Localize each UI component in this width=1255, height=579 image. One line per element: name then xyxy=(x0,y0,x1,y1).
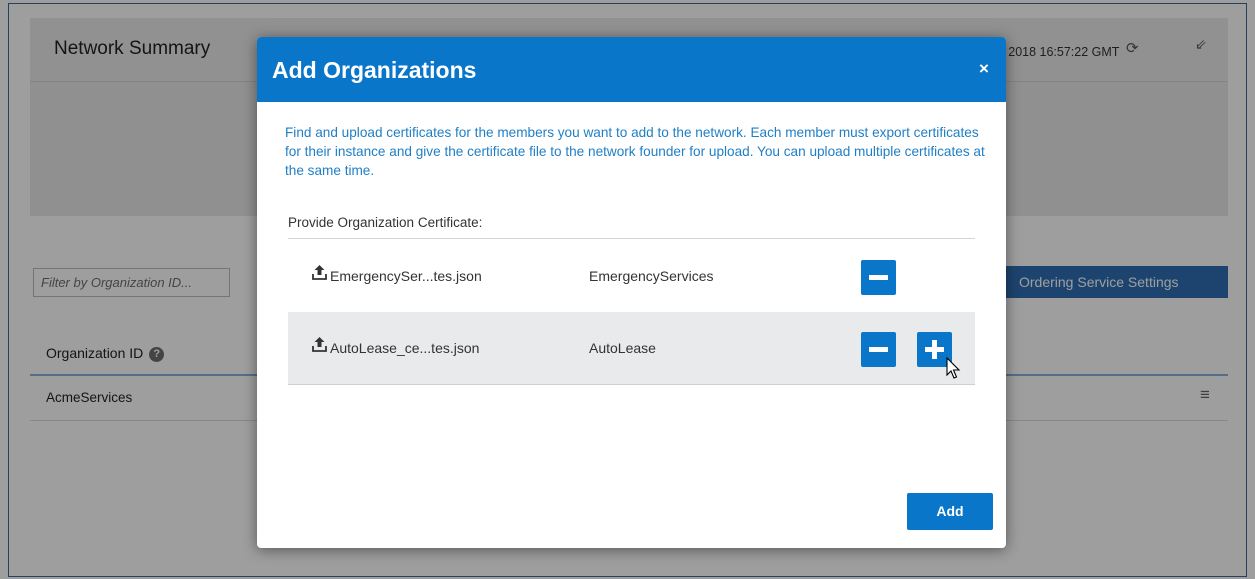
add-button[interactable]: Add xyxy=(907,493,993,530)
modal-header: Add Organizations × xyxy=(257,37,1006,102)
modal-title: Add Organizations xyxy=(272,57,477,83)
upload-icon[interactable] xyxy=(312,336,327,353)
divider xyxy=(288,238,975,239)
cert-row: EmergencySer...tes.json EmergencyService… xyxy=(288,240,975,312)
close-icon[interactable]: × xyxy=(979,59,989,79)
cert-org-name: AutoLease xyxy=(589,340,656,356)
modal-description: Find and upload certificates for the mem… xyxy=(285,125,985,178)
remove-cert-button[interactable] xyxy=(861,260,896,295)
minus-icon xyxy=(869,275,888,280)
plus-icon xyxy=(932,340,937,359)
remove-cert-button[interactable] xyxy=(861,332,896,367)
cert-org-name: EmergencyServices xyxy=(589,268,714,284)
cert-file-name: AutoLease_ce...tes.json xyxy=(330,340,480,356)
minus-icon xyxy=(869,347,888,352)
mouse-cursor-icon xyxy=(946,357,961,379)
cert-label: Provide Organization Certificate: xyxy=(288,215,483,230)
cert-row: AutoLease_ce...tes.json AutoLease xyxy=(288,312,975,385)
cert-file-name: EmergencySer...tes.json xyxy=(330,268,482,284)
upload-icon[interactable] xyxy=(312,264,327,281)
add-organizations-modal: Add Organizations × Find and upload cert… xyxy=(257,37,1006,548)
